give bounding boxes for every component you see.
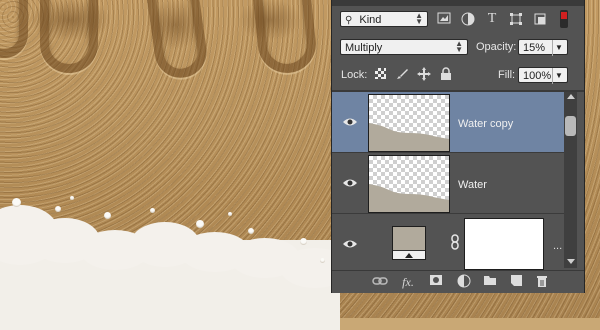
smart-object-filter-icon[interactable]: [532, 12, 548, 28]
layers-scrollbar[interactable]: [564, 92, 577, 268]
scroll-up-icon[interactable]: [567, 94, 575, 99]
filter-toggle-switch[interactable]: [560, 10, 568, 28]
link-layers-icon[interactable]: [372, 274, 388, 290]
lock-transparency-icon[interactable]: [372, 67, 388, 83]
scrollbar-thumb[interactable]: [565, 116, 576, 136]
fx-layer-style-icon[interactable]: fx.: [400, 274, 416, 290]
opacity-field[interactable]: 15% ▼: [518, 39, 568, 56]
eye-icon[interactable]: [342, 238, 358, 250]
blend-mode-select[interactable]: Multiply ▲ ▼: [340, 39, 468, 55]
layer-name[interactable]: Water copy: [458, 118, 513, 130]
type-layer-filter-icon[interactable]: T: [484, 11, 500, 27]
lock-all-icon[interactable]: [438, 67, 454, 83]
fill-label: Fill:: [498, 69, 516, 81]
new-layer-icon[interactable]: [508, 274, 524, 290]
layer-mask-thumbnail[interactable]: [464, 218, 544, 270]
panel-tab-strip: [332, 0, 584, 6]
trash-delete-icon[interactable]: [534, 274, 550, 290]
filter-row: ⚲ Kind ▲ ▼ T: [332, 8, 584, 30]
lock-brush-icon[interactable]: [394, 67, 410, 83]
eye-icon[interactable]: [342, 116, 358, 128]
eye-icon[interactable]: [342, 177, 358, 189]
adjustment-layer-filter-icon[interactable]: [460, 12, 476, 28]
fill-value: 100%: [523, 70, 552, 82]
layers-panel: ⚲ Kind ▲▼ T Multiply ▲▼ Opacity: 15% ▼: [331, 0, 585, 293]
layer-thumbnail: [368, 94, 450, 152]
layer-overflow-mark: ...: [553, 240, 563, 252]
new-group-folder-icon[interactable]: [482, 274, 498, 290]
search-icon: ⚲: [345, 15, 353, 26]
sand-letter-stroke: [249, 0, 319, 76]
blend-mode-value: Multiply: [345, 42, 383, 54]
new-adjustment-layer-icon[interactable]: [456, 274, 472, 290]
link-chain-icon[interactable]: [450, 234, 460, 253]
pixel-layer-filter-icon[interactable]: [436, 12, 452, 28]
updown-icon: ▲ ▼: [415, 11, 423, 26]
sand-letter-stroke: [40, 0, 98, 73]
layer-name[interactable]: Water: [458, 179, 487, 191]
sand-letter-stroke: [142, 0, 210, 82]
lock-label: Lock:: [341, 69, 368, 81]
updown-icon: ▲ ▼: [455, 39, 463, 54]
lock-position-move-icon[interactable]: [416, 67, 432, 83]
chevron-down-icon[interactable]: ▼: [552, 68, 565, 84]
opacity-value: 15%: [523, 42, 546, 54]
layer-thumbnail: [368, 155, 450, 213]
sand-letter-stroke: [0, 0, 28, 58]
solid-color-swatch[interactable]: [392, 226, 426, 260]
opacity-label: Opacity:: [476, 41, 517, 53]
shape-layer-filter-icon[interactable]: [508, 12, 524, 28]
filter-kind-label: Kind: [359, 14, 382, 26]
layer-row-water[interactable]: Water: [332, 153, 564, 214]
filter-kind-select[interactable]: ⚲ Kind ▲ ▼: [340, 11, 428, 27]
add-mask-icon[interactable]: [428, 274, 444, 290]
fill-field[interactable]: 100% ▼: [518, 67, 568, 84]
blend-row: Multiply ▲ ▼ Opacity: 15% ▼: [332, 36, 584, 60]
layer-row-water-copy[interactable]: Water copy: [332, 92, 564, 153]
layer-row-adjustment[interactable]: ...: [332, 214, 564, 270]
scroll-down-icon[interactable]: [567, 259, 575, 264]
chevron-down-icon[interactable]: ▼: [552, 40, 565, 56]
layers-bottom-toolbar: fx.: [332, 270, 584, 293]
lock-row: Lock: Fill: 100% ▼: [332, 64, 584, 86]
